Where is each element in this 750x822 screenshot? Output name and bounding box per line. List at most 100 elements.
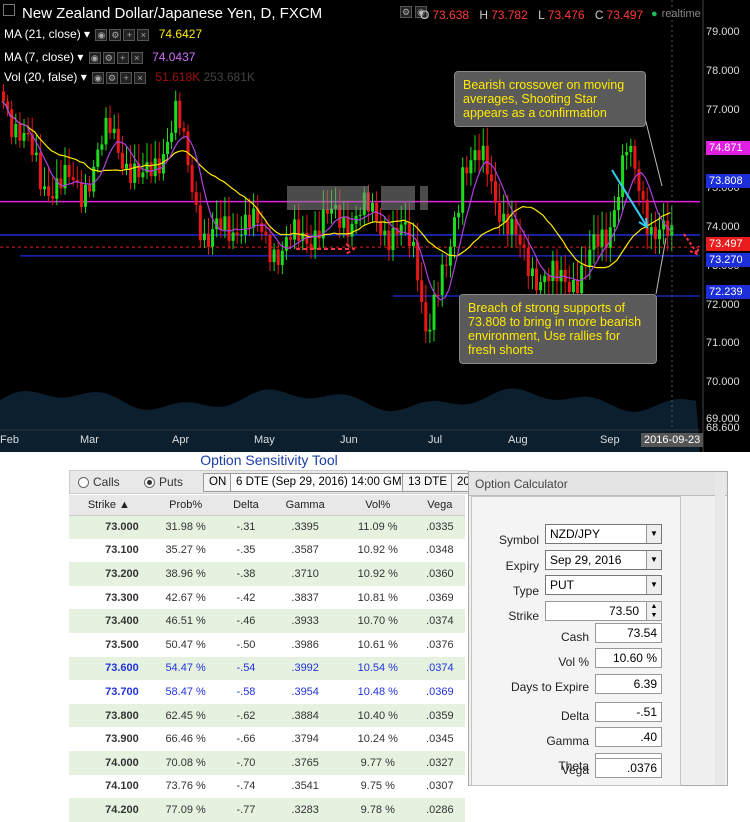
table-row[interactable]: 73.600 54.47 % -.54.3992 10.54 % .0374 xyxy=(69,656,465,681)
table-row[interactable]: 74.200 77.09 % -.77.3283 9.78 % .0286 xyxy=(69,798,465,822)
strike-input[interactable]: 73.50 ▲ ▼ xyxy=(545,601,662,621)
candle-body xyxy=(317,230,321,239)
puts-radio[interactable]: Puts xyxy=(144,475,183,489)
table-row[interactable]: 73.100 35.27 % -.35.3587 10.92 % .0348 xyxy=(69,538,465,563)
close-icon[interactable]: × xyxy=(130,51,143,64)
cash-field[interactable]: 73.54 xyxy=(595,623,662,643)
cell-strike: 73.600 xyxy=(69,656,149,681)
candle-body xyxy=(617,196,620,211)
tool-title: Option Sensitivity Tool xyxy=(200,452,338,468)
price-chart[interactable]: New Zealand Dollar/Japanese Yen, D, FXCM… xyxy=(0,0,750,452)
calculator-scrollbar[interactable] xyxy=(715,472,725,785)
tab-13dte[interactable]: 13 DTE xyxy=(402,473,453,492)
candle-body xyxy=(547,275,551,282)
candle-body xyxy=(79,182,83,207)
cell-prob: 35.27 % xyxy=(148,538,223,563)
candle-body xyxy=(219,218,223,231)
candle-body xyxy=(506,213,510,235)
candle-body xyxy=(211,229,215,247)
consolidation-box xyxy=(287,186,335,210)
candlestick-plot[interactable] xyxy=(0,0,750,452)
candle-body xyxy=(576,279,579,294)
add-icon[interactable]: + xyxy=(120,71,133,84)
table-row[interactable]: 73.700 58.47 % -.58.3954 10.48 % .0369 xyxy=(69,680,465,704)
settings-icon[interactable]: ⚙ xyxy=(400,6,412,18)
candle-body xyxy=(481,145,485,161)
table-row[interactable]: 73.200 38.96 % -.38.3710 10.92 % .0360 xyxy=(69,562,465,586)
candle-body xyxy=(522,244,526,248)
candle-body xyxy=(252,208,256,228)
add-icon[interactable]: + xyxy=(116,51,129,64)
table-row[interactable]: 74.000 70.08 % -.70.3765 9.77 % .0327 xyxy=(69,750,465,775)
indicator-ma21[interactable]: MA (21, close) ▾ ◉ ⚙ + × 74.6427 xyxy=(4,27,202,41)
on-button[interactable]: ON xyxy=(203,473,233,492)
col-vol[interactable]: Vol% xyxy=(340,495,415,516)
candle-body xyxy=(428,329,432,332)
eye-icon[interactable]: ◉ xyxy=(95,28,108,41)
symbol-label: Symbol xyxy=(498,533,539,547)
cell-vol: 10.61 % xyxy=(340,632,415,657)
cell-prob: 73.76 % xyxy=(148,774,223,799)
close-icon[interactable]: × xyxy=(137,28,150,41)
cell-vega: .0369 xyxy=(414,680,465,704)
table-row[interactable]: 73.400 46.51 % -.46.3933 10.70 % .0374 xyxy=(69,609,465,633)
settings-icon[interactable]: ⚙ xyxy=(102,51,115,64)
expiry-select[interactable]: Sep 29, 2016 ▼ xyxy=(545,550,662,570)
table-row[interactable]: 73.800 62.45 % -.62.3884 10.40 % .0359 xyxy=(69,703,465,728)
cell-gamma: .3765 xyxy=(269,750,341,775)
tab-6dte[interactable]: 6 DTE (Sep 29, 2016) 14:00 GMT xyxy=(230,473,415,492)
price-tick: 70.000 xyxy=(706,376,740,388)
price-tick: 78.000 xyxy=(706,65,740,77)
candle-body xyxy=(243,214,247,235)
cell-delta: -.74 xyxy=(222,774,270,799)
cell-vol: 10.70 % xyxy=(340,609,415,633)
candle-body xyxy=(268,235,272,263)
cell-prob: 77.09 % xyxy=(148,798,223,822)
symbol-select[interactable]: NZD/JPY ▼ xyxy=(545,524,662,544)
cell-gamma: .3986 xyxy=(269,632,341,657)
annotation-bearish-crossover: Bearish crossover on moving averages, Sh… xyxy=(454,71,646,127)
table-row[interactable]: 74.100 73.76 % -.74.3541 9.75 % .0307 xyxy=(69,774,465,799)
col-vega[interactable]: Vega xyxy=(414,495,465,516)
table-row[interactable]: 73.000 31.98 % -.31.3395 11.09 % .0335 xyxy=(69,515,465,539)
col-prob[interactable]: Prob% xyxy=(148,495,223,516)
col-gamma[interactable]: Gamma xyxy=(269,495,341,516)
table-row[interactable]: 73.300 42.67 % -.42.3837 10.81 % .0369 xyxy=(69,585,465,610)
delta-field: -.51 xyxy=(595,702,662,722)
col-delta[interactable]: Delta xyxy=(222,495,270,516)
candle-body xyxy=(637,168,641,192)
cell-vol: 10.40 % xyxy=(340,703,415,728)
indicator-ma7[interactable]: MA (7, close) ▾ ◉ ⚙ + × 74.0437 xyxy=(4,50,195,64)
close-icon[interactable]: × xyxy=(134,71,147,84)
calls-radio[interactable]: Calls xyxy=(78,475,120,489)
cell-prob: 38.96 % xyxy=(148,562,223,586)
candle-body xyxy=(14,124,18,138)
vol-field[interactable]: 10.60 % xyxy=(595,648,662,668)
candle-body xyxy=(272,249,276,263)
time-tick: Aug xyxy=(508,434,528,446)
cell-gamma: .3992 xyxy=(269,656,341,681)
table-row[interactable]: 73.900 66.46 % -.66.3794 10.24 % .0345 xyxy=(69,727,465,751)
settings-icon[interactable]: ⚙ xyxy=(109,28,122,41)
dte-field[interactable]: 6.39 xyxy=(595,674,662,694)
table-row[interactable]: 73.500 50.47 % -.50.3986 10.61 % .0376 xyxy=(69,632,465,657)
current-date-label: 2016-09-23 xyxy=(641,433,704,447)
cell-vega: .0374 xyxy=(414,656,465,681)
candle-body xyxy=(194,192,198,206)
candle-body xyxy=(43,186,46,190)
candle-body xyxy=(112,128,116,133)
type-select[interactable]: PUT ▼ xyxy=(545,575,662,595)
indicator-volume[interactable]: Vol (20, false) ▾ ◉ ⚙ + × 51.618K 253.681K xyxy=(4,70,255,84)
settings-icon[interactable]: ⚙ xyxy=(106,71,119,84)
eye-icon[interactable]: ◉ xyxy=(92,71,105,84)
cell-vol: 9.75 % xyxy=(340,774,415,799)
add-icon[interactable]: + xyxy=(123,28,136,41)
cell-vega: .0359 xyxy=(414,703,465,728)
eye-icon[interactable]: ◉ xyxy=(88,51,101,64)
candle-body xyxy=(555,260,559,282)
vol-label: Vol % xyxy=(558,655,589,669)
candle-body xyxy=(653,227,657,240)
candle-body xyxy=(289,237,292,240)
price-tick: 74.000 xyxy=(706,221,740,233)
col-strike[interactable]: Strike ▲ xyxy=(69,495,149,516)
